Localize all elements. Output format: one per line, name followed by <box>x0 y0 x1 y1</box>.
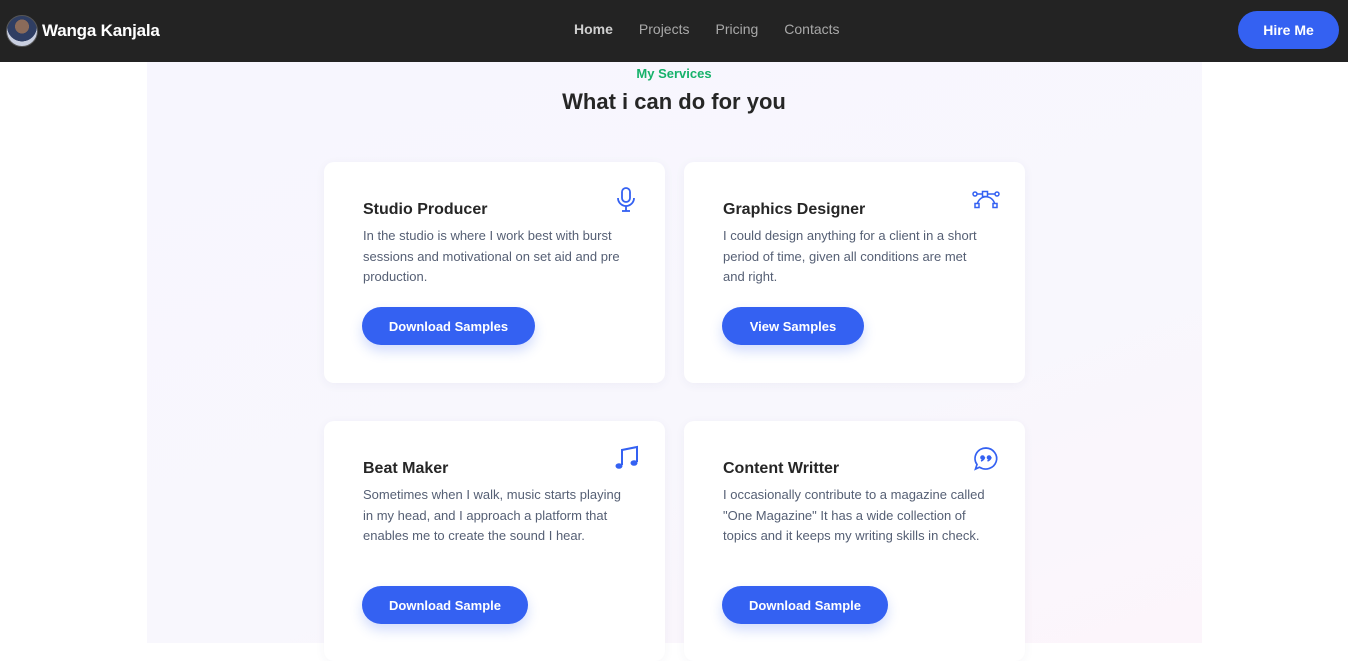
service-title: Beat Maker <box>363 460 449 477</box>
service-title: Graphics Designer <box>723 201 866 218</box>
avatar <box>6 15 38 47</box>
hire-me-button[interactable]: Hire Me <box>1238 11 1339 49</box>
service-title: Content Writter <box>723 460 840 477</box>
section-title: What i can do for you <box>562 89 786 114</box>
service-title: Studio Producer <box>363 201 488 218</box>
download-sample-button[interactable]: Download Sample <box>722 586 888 624</box>
service-card-graphics-designer: Graphics Designer I could design anythin… <box>684 162 1025 383</box>
bezier-curve-icon <box>972 190 1000 209</box>
brand[interactable]: Wanga Kanjala <box>6 13 160 49</box>
nav-link-projects[interactable]: Projects <box>639 21 690 37</box>
nav-links: Home Projects Pricing Contacts <box>561 0 853 58</box>
section-eyebrow: My Services <box>636 66 712 81</box>
service-card-content-writter: Content Writter I occasionally contribut… <box>684 421 1025 661</box>
quote-bubble-icon <box>974 447 998 471</box>
service-description: In the studio is where I work best with … <box>363 228 620 284</box>
nav-link-pricing[interactable]: Pricing <box>715 21 758 37</box>
brand-name: Wanga Kanjala <box>42 21 160 40</box>
nav-link-home[interactable]: Home <box>574 21 613 37</box>
download-samples-button[interactable]: Download Samples <box>362 307 535 345</box>
service-description: I could design anything for a client in … <box>723 228 977 284</box>
music-note-icon <box>615 445 638 469</box>
service-card-beat-maker: Beat Maker Sometimes when I walk, music … <box>324 421 665 661</box>
view-samples-button[interactable]: View Samples <box>722 307 864 345</box>
service-description: Sometimes when I walk, music starts play… <box>363 487 621 543</box>
service-description: I occasionally contribute to a magazine … <box>723 487 985 543</box>
service-card-studio-producer: Studio Producer In the studio is where I… <box>324 162 665 383</box>
microphone-icon <box>617 187 635 212</box>
nav-link-contacts[interactable]: Contacts <box>784 21 839 37</box>
services-section-background <box>147 62 1202 643</box>
download-sample-button[interactable]: Download Sample <box>362 586 528 624</box>
top-navbar: Wanga Kanjala Home Projects Pricing Cont… <box>0 0 1348 62</box>
